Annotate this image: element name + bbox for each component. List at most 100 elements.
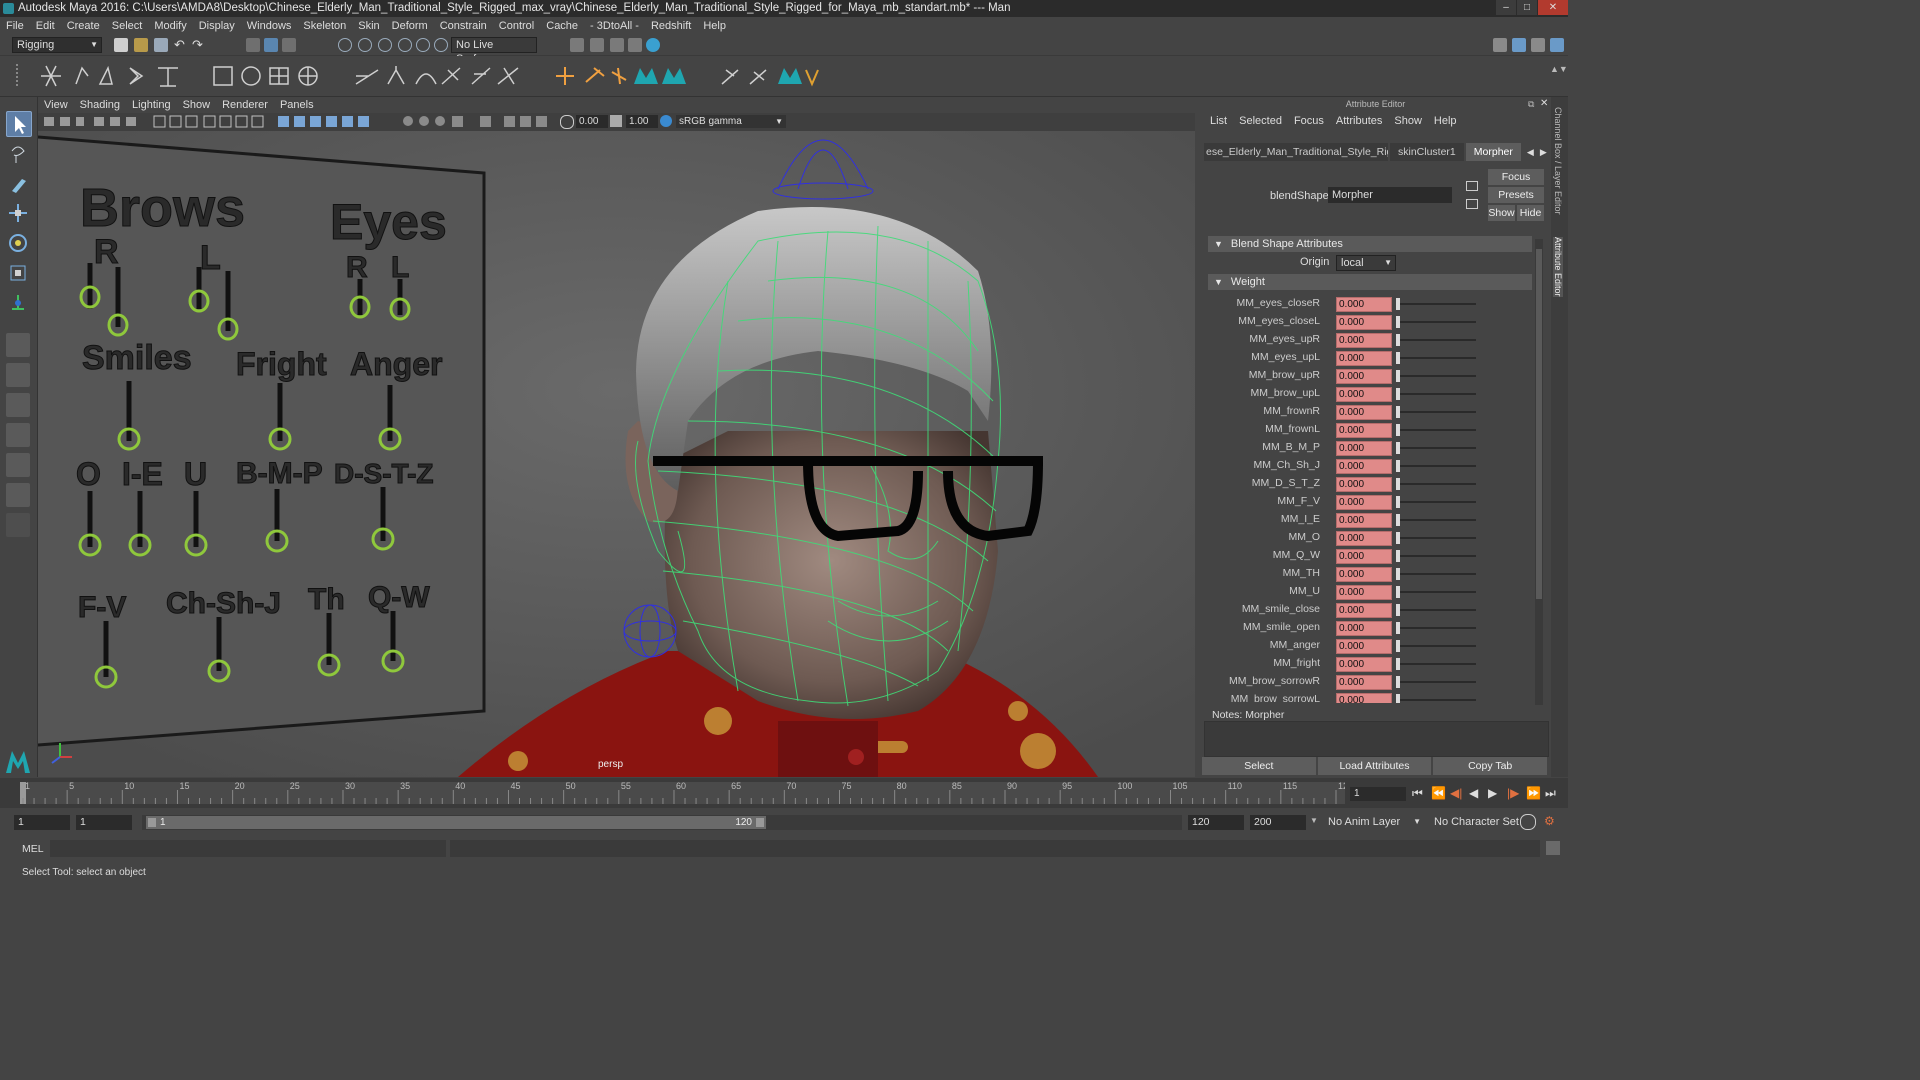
viewport-toolbar-icons[interactable] xyxy=(44,115,564,129)
viewport-menu-renderer[interactable]: Renderer xyxy=(216,99,274,111)
ae-menu-list[interactable]: List xyxy=(1204,115,1233,127)
menu-select[interactable]: Select xyxy=(106,20,149,32)
live-surface-field[interactable]: No Live Surface xyxy=(451,37,537,65)
weight-slider[interactable] xyxy=(1398,609,1476,611)
menu-redshift[interactable]: Redshift xyxy=(645,20,697,32)
float-panel-icon[interactable]: ⧉ xyxy=(1528,99,1534,110)
ae-menu-attributes[interactable]: Attributes xyxy=(1330,115,1388,127)
menu-deform[interactable]: Deform xyxy=(386,20,434,32)
time-ruler[interactable]: 1 5 10 15 20 25 30 35 40 45 50 55 60 65 70 75 80 85 90 95 10… xyxy=(0,778,1345,808)
weight-slider-handle[interactable] xyxy=(1396,388,1400,400)
toggle-attribute-editor-icon[interactable] xyxy=(1512,38,1526,52)
step-back-key-icon[interactable]: ⏪ xyxy=(1431,786,1450,801)
output-connections-icon[interactable] xyxy=(1466,199,1478,209)
weight-value-field[interactable]: 0.000 xyxy=(1336,693,1392,703)
step-back-frame-icon[interactable]: ◀| xyxy=(1450,786,1469,801)
persp-graph-layout-icon[interactable] xyxy=(6,423,30,447)
make-live-icon[interactable] xyxy=(416,38,430,52)
menu-edit[interactable]: Edit xyxy=(30,20,61,32)
weight-section[interactable]: ▼ Weight xyxy=(1208,274,1532,290)
close-panel-icon[interactable]: ✕ xyxy=(1540,98,1548,109)
play-forwards-icon[interactable]: ▶ xyxy=(1488,786,1507,801)
viewport-menu-panels[interactable]: Panels xyxy=(274,99,320,111)
hide-button[interactable]: Hide xyxy=(1517,205,1544,221)
view-transform-dropdown[interactable]: sRGB gamma ▼ xyxy=(676,115,786,128)
weight-slider[interactable] xyxy=(1398,555,1476,557)
input-connections-icon[interactable] xyxy=(1466,181,1478,191)
lasso-tool-icon[interactable] xyxy=(6,141,30,165)
viewport-menu-view[interactable]: View xyxy=(38,99,74,111)
weight-slider[interactable] xyxy=(1398,411,1476,413)
weight-value-field[interactable]: 0.000 xyxy=(1336,657,1392,672)
new-scene-icon[interactable] xyxy=(114,38,128,52)
notes-textarea[interactable] xyxy=(1204,721,1549,757)
blendshape-name-field[interactable]: Morpher xyxy=(1328,187,1452,203)
tab-transform-node[interactable]: ese_Elderly_Man_Traditional_Style_Rigged xyxy=(1204,143,1388,161)
shelf-menu-icon[interactable] xyxy=(16,64,26,86)
weight-slider[interactable] xyxy=(1398,591,1476,593)
weight-value-field[interactable]: 0.000 xyxy=(1336,603,1392,618)
menu-3dtoall[interactable]: - 3DtoAll - xyxy=(584,20,645,32)
gamma-field[interactable]: 1.00 xyxy=(626,115,658,128)
weight-value-field[interactable]: 0.000 xyxy=(1336,297,1392,312)
ipr-render-icon[interactable] xyxy=(610,38,624,52)
anim-layer-dropdown[interactable]: No Anim Layer ▼ xyxy=(1324,815,1424,829)
scale-tool-icon[interactable] xyxy=(6,261,30,285)
weight-slider[interactable] xyxy=(1398,645,1476,647)
exposure-icon[interactable] xyxy=(560,115,574,129)
auto-key-icon[interactable] xyxy=(1520,814,1536,830)
weight-value-field[interactable]: 0.000 xyxy=(1336,441,1392,456)
weight-slider[interactable] xyxy=(1398,573,1476,575)
weight-value-field[interactable]: 0.000 xyxy=(1336,513,1392,528)
snap-point-icon[interactable] xyxy=(378,38,392,52)
weight-slider[interactable] xyxy=(1398,339,1476,341)
animation-end-field[interactable]: 200 xyxy=(1250,815,1306,830)
weight-value-field[interactable]: 0.000 xyxy=(1336,549,1392,564)
weight-slider-handle[interactable] xyxy=(1396,406,1400,418)
playback-end-field[interactable]: 120 xyxy=(1188,815,1244,830)
step-forward-frame-icon[interactable]: |▶ xyxy=(1507,786,1526,801)
go-to-end-icon[interactable]: ⏭ xyxy=(1545,786,1564,801)
menu-skin[interactable]: Skin xyxy=(352,20,385,32)
minimize-button[interactable]: – xyxy=(1496,0,1516,15)
weight-slider-handle[interactable] xyxy=(1396,622,1400,634)
viewport-menu-show[interactable]: Show xyxy=(177,99,217,111)
weight-value-field[interactable]: 0.000 xyxy=(1336,315,1392,330)
ae-menu-help[interactable]: Help xyxy=(1428,115,1463,127)
time-slider[interactable]: 1 5 10 15 20 25 30 35 40 45 50 55 60 65 70 75 80 85 90 95 10… xyxy=(0,778,1568,808)
render-frame-icon[interactable] xyxy=(570,38,584,52)
color-management-icon[interactable] xyxy=(660,115,672,127)
scene-canvas[interactable]: Brows R L Eyes R L Smiles Fright Anger O… xyxy=(38,131,1195,777)
weight-slider[interactable] xyxy=(1398,663,1476,665)
render-settings-icon[interactable] xyxy=(628,38,642,52)
toggle-channel-box-icon[interactable] xyxy=(1550,38,1564,52)
gamma-icon[interactable] xyxy=(610,115,622,127)
select-component-icon[interactable] xyxy=(282,38,296,52)
weight-slider[interactable] xyxy=(1398,519,1476,521)
menu-constrain[interactable]: Constrain xyxy=(434,20,493,32)
weight-slider-handle[interactable] xyxy=(1396,478,1400,490)
four-view-layout-icon[interactable] xyxy=(6,363,30,387)
weight-value-field[interactable]: 0.000 xyxy=(1336,621,1392,636)
origin-dropdown[interactable]: local ▼ xyxy=(1336,255,1396,271)
weight-slider-handle[interactable] xyxy=(1396,658,1400,670)
menu-file[interactable]: File xyxy=(0,20,30,32)
maximize-button[interactable]: □ xyxy=(1517,0,1537,15)
anim-layer-arrow-icon[interactable]: ▼ xyxy=(1310,816,1318,825)
redo-icon[interactable]: ↷ xyxy=(192,38,206,52)
open-scene-icon[interactable] xyxy=(134,38,148,52)
move-tool-icon[interactable] xyxy=(6,201,30,225)
weight-slider-handle[interactable] xyxy=(1396,568,1400,580)
weight-slider-handle[interactable] xyxy=(1396,316,1400,328)
character-set-dropdown[interactable]: No Character Set xyxy=(1430,815,1524,829)
menu-control[interactable]: Control xyxy=(493,20,540,32)
select-hierarchy-icon[interactable] xyxy=(246,38,260,52)
tab-skincluster[interactable]: skinCluster1 xyxy=(1390,143,1464,161)
weight-value-field[interactable]: 0.000 xyxy=(1336,333,1392,348)
range-end-grip[interactable] xyxy=(756,818,764,827)
copy-tab-button[interactable]: Copy Tab xyxy=(1433,757,1548,775)
weight-slider[interactable] xyxy=(1398,429,1476,431)
menu-cache[interactable]: Cache xyxy=(540,20,584,32)
weight-slider-handle[interactable] xyxy=(1396,640,1400,652)
command-language-toggle[interactable]: MEL xyxy=(22,843,44,855)
